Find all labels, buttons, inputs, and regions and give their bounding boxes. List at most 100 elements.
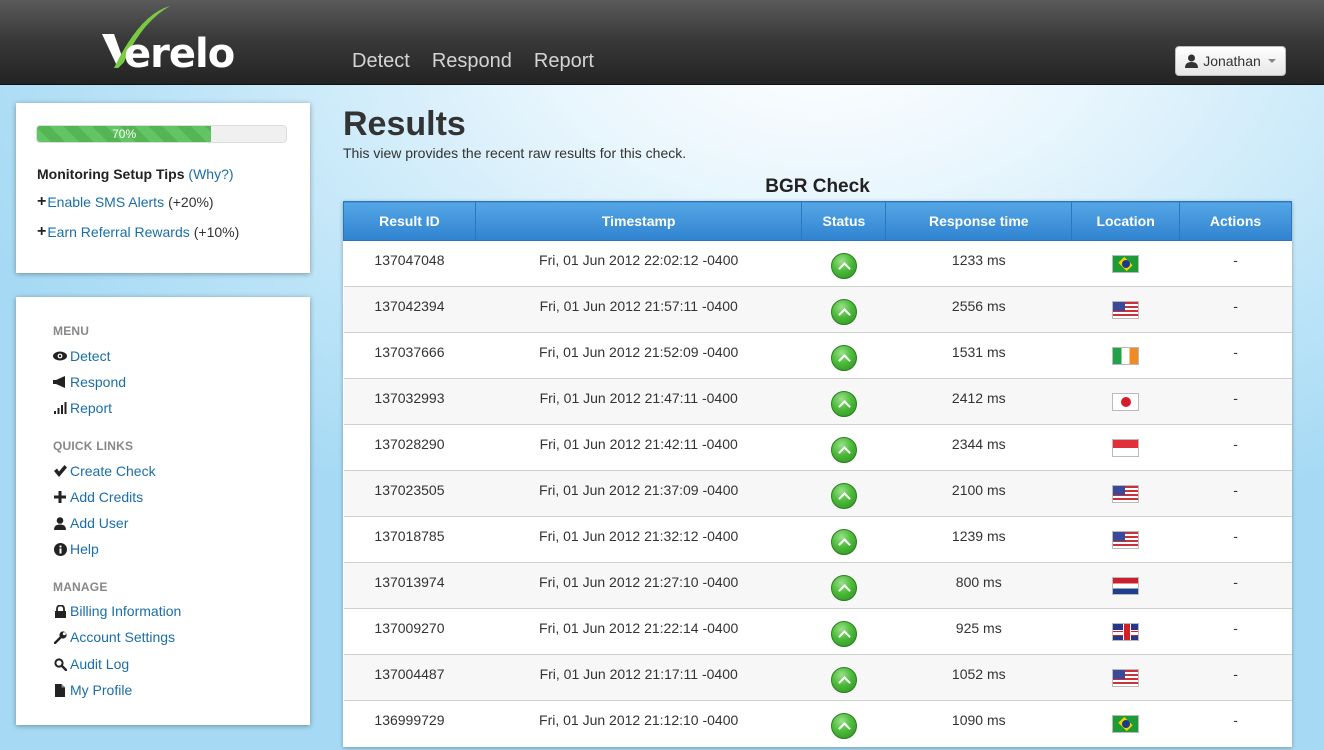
column-header-result-id[interactable]: Result ID [343, 201, 476, 241]
nav-detect[interactable]: Detect [352, 49, 410, 73]
sidebar-item-account-settings[interactable]: Account Settings [53, 629, 175, 645]
status-up-icon [830, 482, 857, 509]
column-header-location[interactable]: Location [1071, 201, 1181, 241]
sidebar-item-label: Add User [70, 515, 129, 531]
location-cell [1071, 516, 1180, 563]
status-cell [801, 424, 886, 471]
table-row: 137013974 Fri, 01 Jun 2012 21:27:10 -040… [343, 562, 1292, 609]
japan-flag-icon [1112, 392, 1140, 411]
result-id-cell: 137018785 [343, 516, 476, 563]
response-time-cell: 1531 ms [885, 332, 1072, 379]
progress-fill: 70% [37, 126, 212, 142]
actions-cell: - [1179, 608, 1292, 655]
column-header-status[interactable]: Status [801, 201, 887, 241]
status-cell [801, 700, 886, 747]
tips-heading: Monitoring Setup Tips (Why?) [37, 166, 234, 182]
user-menu-button[interactable]: Jonathan [1175, 46, 1286, 76]
status-cell [801, 516, 886, 563]
plus-icon: + [37, 223, 47, 240]
usa-flag-icon [1112, 530, 1140, 549]
timestamp-cell: Fri, 01 Jun 2012 21:32:12 -0400 [475, 516, 802, 563]
status-up-icon [830, 436, 857, 463]
sidebar-item-my-profile[interactable]: My Profile [53, 682, 132, 698]
status-cell [801, 240, 886, 287]
nav-report[interactable]: Report [534, 49, 594, 73]
netherlands-flag-icon [1112, 576, 1140, 595]
table-row: 137032993 Fri, 01 Jun 2012 21:47:11 -040… [343, 378, 1292, 425]
tips-title-text: Monitoring Setup Tips [37, 166, 185, 182]
status-cell [801, 654, 886, 701]
actions-cell: - [1179, 332, 1292, 379]
actions-cell: - [1179, 470, 1292, 517]
timestamp-cell: Fri, 01 Jun 2012 21:12:10 -0400 [475, 700, 802, 747]
location-cell [1071, 240, 1180, 287]
why-link[interactable]: (Why?) [188, 166, 233, 182]
result-id-cell: 136999729 [343, 700, 476, 747]
sidebar-item-label: Add Credits [70, 489, 144, 505]
sidebar-item-billing-information[interactable]: Billing Information [53, 603, 181, 619]
result-id-cell: 137028290 [343, 424, 476, 471]
column-header-response-time[interactable]: Response time [885, 201, 1073, 241]
actions-cell: - [1179, 378, 1292, 425]
megaphone-icon [53, 375, 67, 389]
actions-cell: - [1179, 240, 1292, 287]
chevron-down-icon [1267, 59, 1276, 63]
status-cell [801, 332, 886, 379]
table-row: 137009270 Fri, 01 Jun 2012 21:22:14 -040… [343, 608, 1292, 655]
result-id-cell: 137004487 [343, 654, 476, 701]
usa-flag-icon [1112, 484, 1140, 503]
status-cell [801, 286, 886, 333]
sidebar-item-audit-log[interactable]: Audit Log [53, 656, 129, 672]
table-header-row: Result ID Timestamp Status Response time… [343, 201, 1292, 241]
file-icon [53, 683, 67, 697]
sidebar-item-add-user[interactable]: Add User [53, 515, 128, 531]
manage-heading: MANAGE [53, 580, 108, 594]
quick-links-heading: QUICK LINKS [53, 439, 134, 453]
response-time-cell: 2556 ms [885, 286, 1072, 333]
sidebar-item-label: Detect [70, 348, 111, 364]
status-up-icon [830, 712, 857, 739]
earn-referral-rewards-link[interactable]: Earn Referral Rewards [47, 224, 189, 240]
table-row: 137042394 Fri, 01 Jun 2012 21:57:11 -040… [343, 286, 1292, 333]
search-icon [53, 657, 67, 671]
location-cell [1071, 424, 1180, 471]
response-time-cell: 1090 ms [885, 700, 1072, 747]
brazil-flag-icon [1112, 714, 1140, 733]
response-time-cell: 1239 ms [885, 516, 1072, 563]
status-up-icon [830, 574, 857, 601]
status-up-icon [830, 620, 857, 647]
status-cell [801, 562, 886, 609]
lock-icon [53, 604, 67, 618]
plus-icon [53, 490, 67, 504]
sidebar-item-add-credits[interactable]: Add Credits [53, 489, 143, 505]
column-header-timestamp[interactable]: Timestamp [474, 201, 803, 241]
sidebar-menu-panel: MENU Detect Respond Report QUICK LINKS C… [16, 297, 310, 725]
result-id-cell: 137023505 [343, 470, 476, 517]
sidebar-item-respond[interactable]: Respond [53, 374, 126, 390]
actions-cell: - [1179, 562, 1292, 609]
sidebar-item-report[interactable]: Report [53, 400, 112, 416]
status-cell [801, 608, 886, 655]
actions-cell: - [1179, 700, 1292, 747]
timestamp-cell: Fri, 01 Jun 2012 21:57:11 -0400 [475, 286, 802, 333]
user-icon [1185, 54, 1199, 68]
sidebar-item-detect[interactable]: Detect [53, 348, 110, 364]
nav-respond[interactable]: Respond [432, 49, 512, 73]
timestamp-cell: Fri, 01 Jun 2012 21:17:11 -0400 [475, 654, 802, 701]
results-table: Result ID Timestamp Status Response time… [343, 201, 1292, 747]
location-cell [1071, 654, 1180, 701]
sidebar-item-label: My Profile [70, 682, 133, 698]
result-id-cell: 137037666 [343, 332, 476, 379]
signal-bars-icon [53, 401, 67, 415]
ireland-flag-icon [1112, 346, 1140, 365]
verelo-logo[interactable]: erelo [100, 4, 250, 76]
tip-item: + Enable SMS Alerts (+20%) [37, 193, 214, 211]
timestamp-cell: Fri, 01 Jun 2012 22:02:12 -0400 [475, 240, 802, 287]
sidebar-item-help[interactable]: Help [53, 541, 99, 557]
sidebar-item-label: Account Settings [70, 629, 176, 645]
page-subtitle: This view provides the recent raw result… [343, 145, 687, 161]
enable-sms-alerts-link[interactable]: Enable SMS Alerts [47, 194, 164, 210]
usa-flag-icon [1112, 300, 1140, 319]
plus-icon: + [37, 193, 47, 210]
sidebar-item-create-check[interactable]: Create Check [53, 463, 156, 479]
